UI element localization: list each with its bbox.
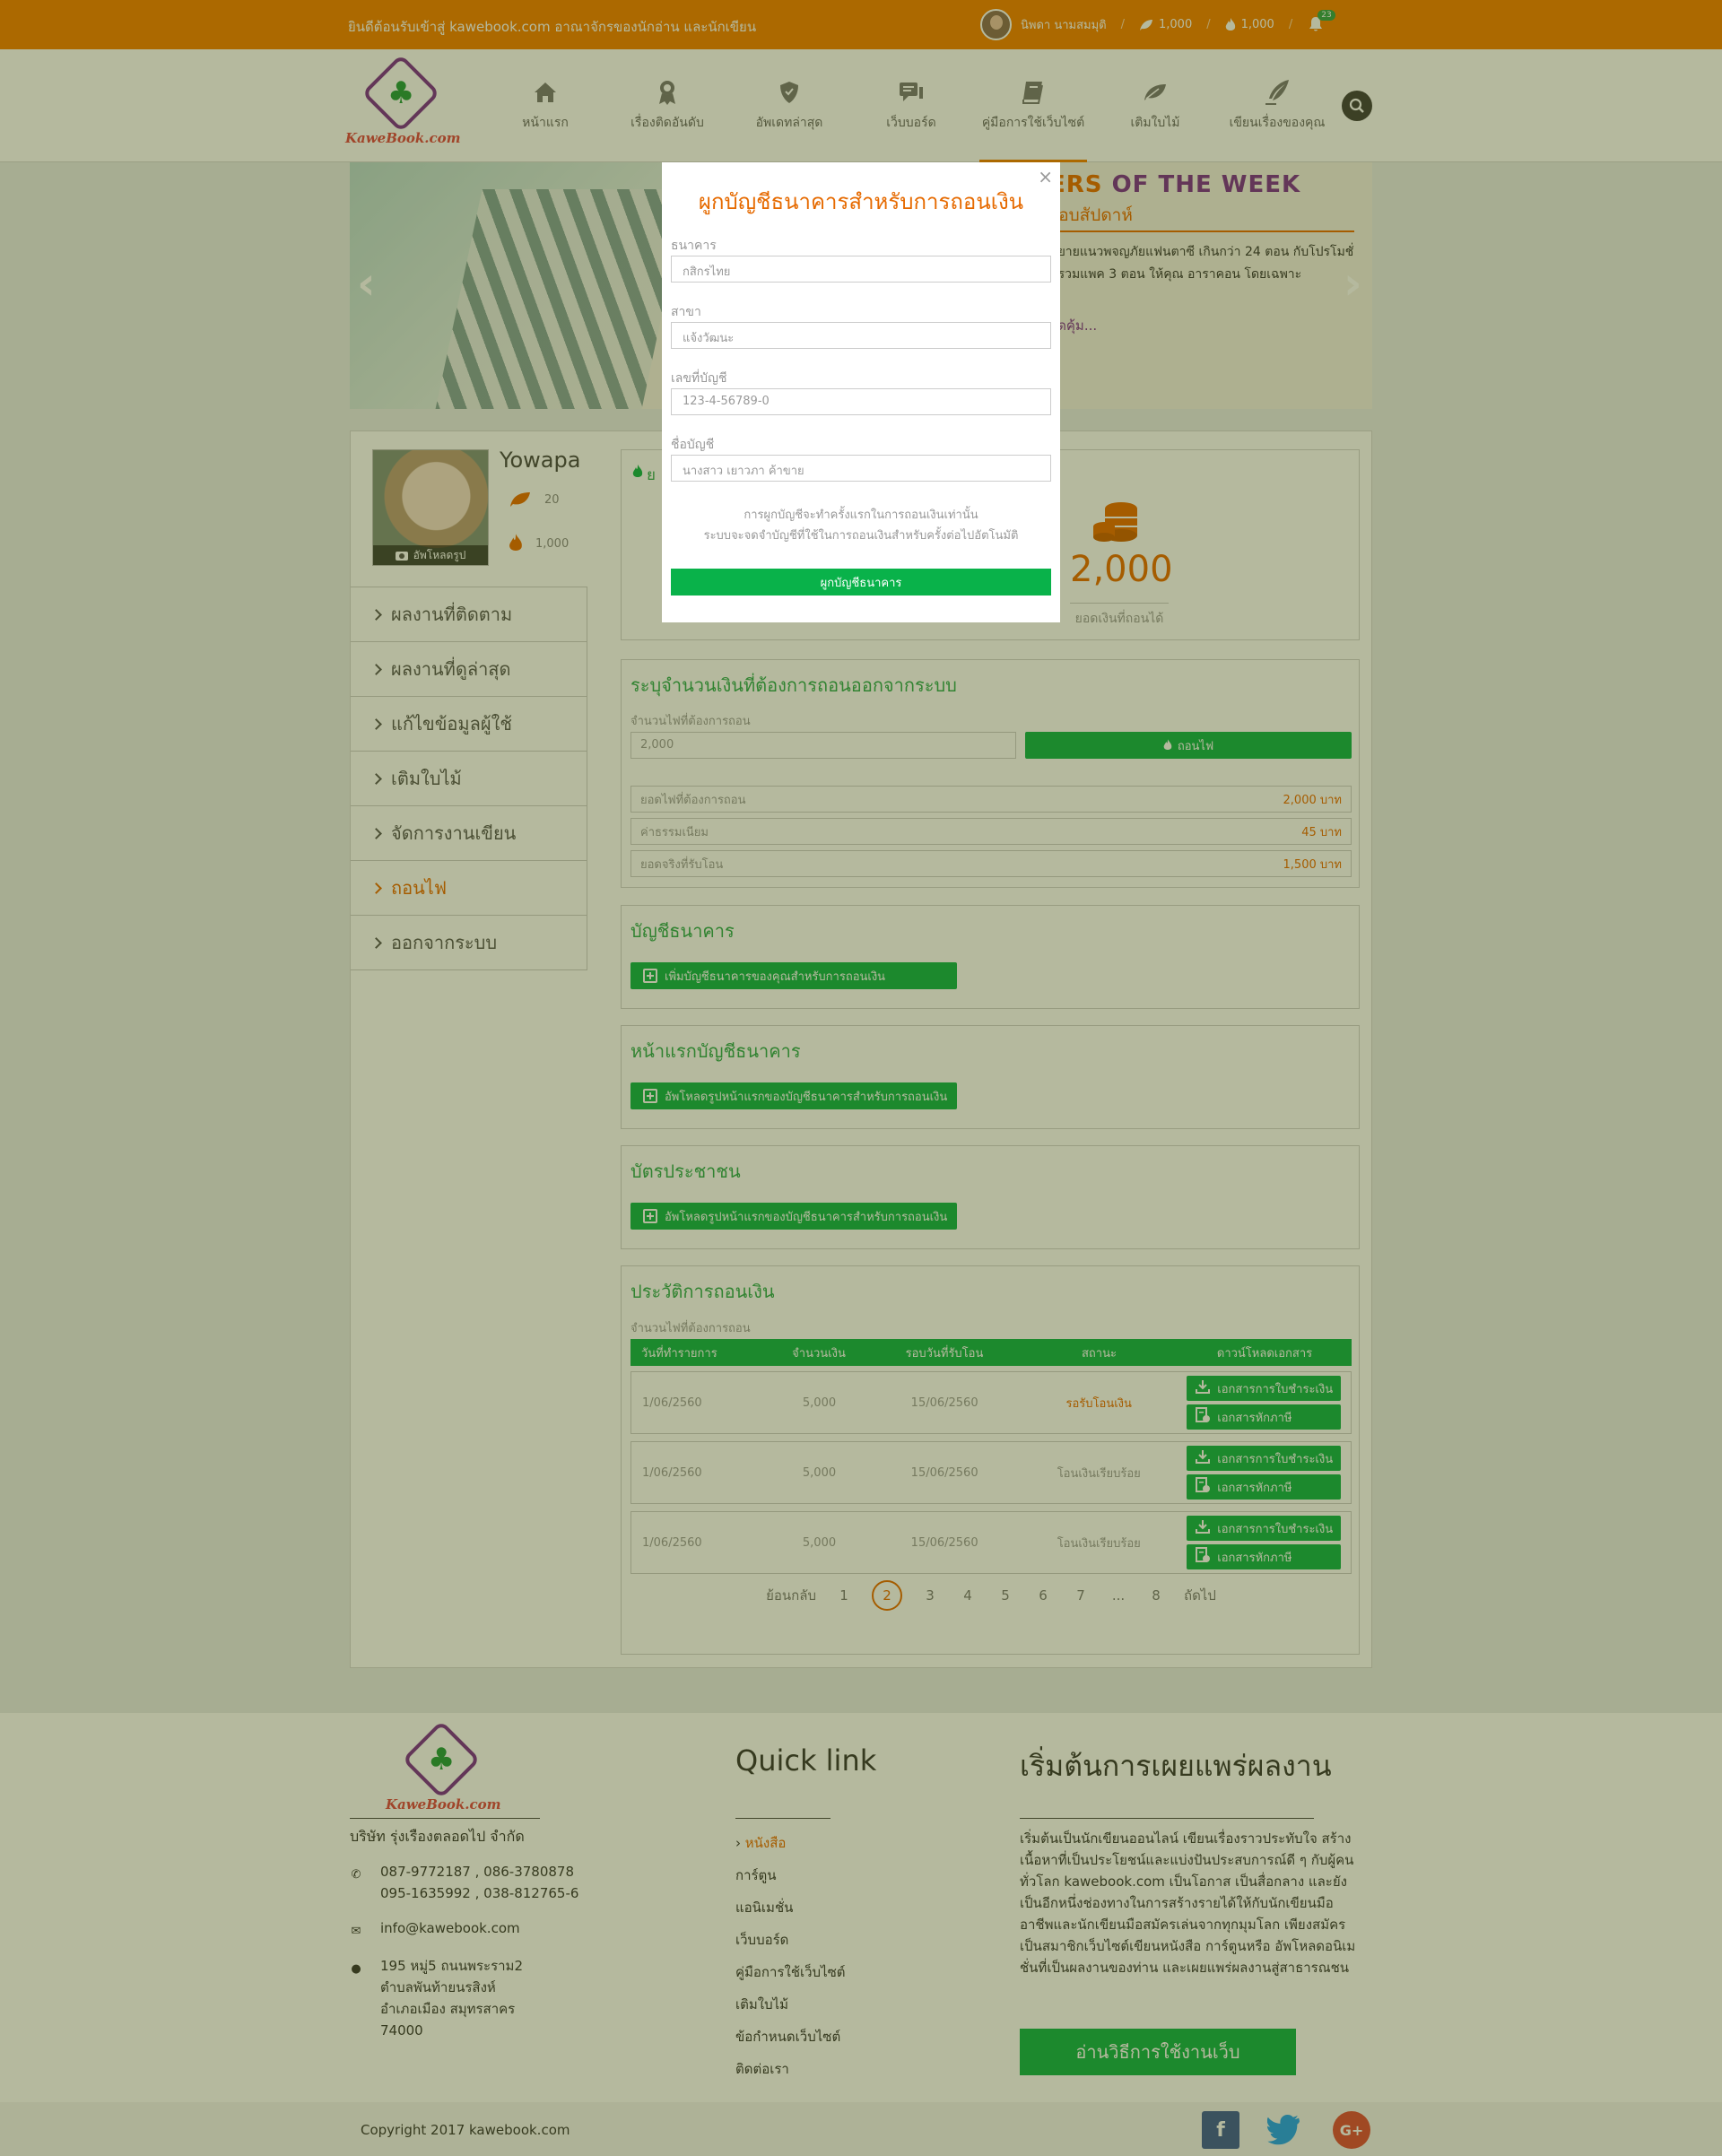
account-name-label: ชื่อบัญชี [671,438,715,452]
modal-title: ผูกบัญชีธนาคารสำหรับการถอนเงิน [698,189,1024,214]
account-number-input[interactable]: 123-4-56789-0 [671,388,1051,415]
bank-binding-modal: × ผูกบัญชีธนาคารสำหรับการถอนเงิน ธนาคาร … [662,162,1060,622]
account-number-label: เลขที่บัญชี [671,371,727,386]
bank-input[interactable]: กสิกรไทย [671,256,1051,283]
bind-bank-account-button[interactable]: ผูกบัญชีธนาคาร [671,569,1051,596]
account-name-input[interactable]: นางสาว เยาวภา ค้าขาย [671,455,1051,482]
modal-note-2: ระบบจะจดจำบัญชีที่ใช้ในการถอนเงินสำหรับค… [703,529,1019,543]
bank-label: ธนาคาร [671,239,717,253]
modal-note-1: การผูกบัญชีจะทำครั้งแรกในการถอนเงินเท่าน… [744,509,978,522]
branch-label: สาขา [671,305,701,319]
branch-input[interactable]: แจ้งวัฒนะ [671,322,1051,349]
